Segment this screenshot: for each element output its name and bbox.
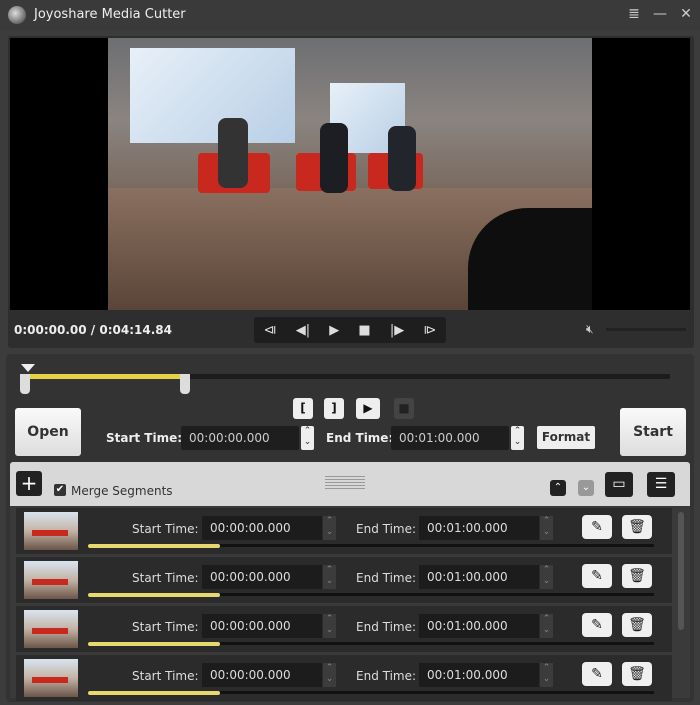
- trash-icon[interactable]: 🗑︎: [622, 564, 652, 588]
- segment-end-spinner[interactable]: ⌃ ⌄: [540, 663, 553, 687]
- format-button[interactable]: Format: [537, 426, 595, 449]
- play-button[interactable]: ▶: [329, 323, 339, 338]
- trash-icon[interactable]: 🗑︎: [622, 613, 652, 637]
- end-time-label: End Time:: [326, 431, 394, 445]
- step-forward-button[interactable]: |▶: [390, 323, 404, 338]
- start-time-spinner[interactable]: ⌃ ⌄: [301, 426, 314, 450]
- transport-controls: ⧏ ◀| ▶ ■ |▶ ⧐: [254, 317, 446, 343]
- start-button[interactable]: Start: [620, 408, 686, 456]
- minimize-button[interactable]: —: [650, 4, 670, 24]
- preview-segment-button[interactable]: ▶: [356, 398, 380, 419]
- mute-icon[interactable]: 🔇︎: [586, 322, 594, 337]
- playback-time: 0:00:00.00 / 0:04:14.84: [14, 323, 172, 337]
- end-time-spinner[interactable]: ⌃ ⌄: [511, 426, 524, 450]
- segment-end-label: End Time:: [356, 571, 417, 585]
- segment-thumbnail: [24, 561, 78, 599]
- segment-start-spinner[interactable]: ⌃ ⌄: [323, 516, 336, 540]
- segment-end-input[interactable]: 00:01:00.000: [419, 614, 539, 638]
- edit-icon[interactable]: ✎: [582, 515, 612, 539]
- segment-start-label: Start Time:: [132, 669, 199, 683]
- start-handle[interactable]: [20, 374, 30, 394]
- output-folder-icon[interactable]: ▭: [605, 472, 633, 497]
- volume-slider[interactable]: [606, 328, 686, 331]
- start-time-input[interactable]: 00:00:00.000: [181, 426, 299, 450]
- segment-row[interactable]: Start Time: 00:00:00.000 ⌃ ⌄ End Time: 00…: [16, 557, 672, 603]
- segment-list-icon[interactable]: ☰: [647, 472, 675, 497]
- trash-icon[interactable]: 🗑︎: [622, 515, 652, 539]
- segment-end-label: End Time:: [356, 620, 417, 634]
- previous-segment-button[interactable]: ⧏: [264, 323, 277, 338]
- playhead[interactable]: [21, 364, 35, 372]
- segment-start-spinner[interactable]: ⌃ ⌄: [323, 663, 336, 687]
- segment-end-label: End Time:: [356, 522, 417, 536]
- start-time-label: Start Time:: [106, 431, 183, 445]
- segment-start-spinner[interactable]: ⌃ ⌄: [323, 565, 336, 589]
- segment-start-input[interactable]: 00:00:00.000: [202, 516, 322, 540]
- segment-start-label: Start Time:: [132, 522, 199, 536]
- stop-button[interactable]: ■: [358, 323, 370, 338]
- segment-row[interactable]: Start Time: 00:00:00.000 ⌃ ⌄ End Time: 00…: [16, 508, 672, 554]
- close-button[interactable]: ✕: [676, 4, 696, 24]
- mark-out-button[interactable]: ]: [324, 398, 344, 419]
- merge-segments-checkbox[interactable]: ✔: [54, 484, 66, 496]
- segment-row[interactable]: Start Time: 00:00:00.000 ⌃ ⌄ End Time: 00…: [16, 606, 672, 652]
- segment-end-input[interactable]: 00:01:00.000: [419, 663, 539, 687]
- segment-end-input[interactable]: 00:01:00.000: [419, 516, 539, 540]
- segment-start-label: Start Time:: [132, 620, 199, 634]
- menu-icon[interactable]: ≣: [624, 4, 644, 24]
- segment-progress: [88, 544, 220, 548]
- trash-icon[interactable]: 🗑︎: [622, 662, 652, 686]
- step-back-button[interactable]: ◀|: [296, 323, 310, 338]
- video-frame: [108, 38, 592, 310]
- segment-end-label: End Time:: [356, 669, 417, 683]
- move-up-button[interactable]: ⌃: [550, 480, 566, 496]
- segment-end-input[interactable]: 00:01:00.000: [419, 565, 539, 589]
- app-logo-icon: [8, 6, 26, 24]
- scrollbar[interactable]: [678, 512, 684, 630]
- edit-icon[interactable]: ✎: [582, 564, 612, 588]
- edit-icon[interactable]: ✎: [582, 662, 612, 686]
- segment-thumbnail: [24, 610, 78, 648]
- open-button[interactable]: Open: [15, 408, 81, 456]
- segment-progress: [88, 691, 220, 695]
- segment-row[interactable]: Start Time: 00:00:00.000 ⌃ ⌄ End Time: 00…: [16, 655, 672, 701]
- segment-progress: [88, 642, 220, 646]
- add-segment-button[interactable]: +: [16, 471, 42, 496]
- mark-in-button[interactable]: [: [293, 398, 313, 419]
- stop-preview-button[interactable]: ■: [394, 398, 414, 419]
- end-handle[interactable]: [180, 374, 190, 394]
- segment-start-label: Start Time:: [132, 571, 199, 585]
- edit-icon[interactable]: ✎: [582, 613, 612, 637]
- end-time-input[interactable]: 00:01:00.000: [391, 426, 509, 450]
- segment-thumbnail: [24, 512, 78, 550]
- window-title: Joyoshare Media Cutter: [34, 7, 186, 22]
- segment-start-input[interactable]: 00:00:00.000: [202, 614, 322, 638]
- move-down-button[interactable]: ⌄: [578, 480, 594, 496]
- segment-start-input[interactable]: 00:00:00.000: [202, 565, 322, 589]
- segment-end-spinner[interactable]: ⌃ ⌄: [540, 614, 553, 638]
- timeline-selection: [28, 374, 184, 379]
- segment-end-spinner[interactable]: ⌃ ⌄: [540, 516, 553, 540]
- next-segment-button[interactable]: ⧐: [423, 323, 436, 338]
- segment-thumbnail: [24, 659, 78, 697]
- resize-grip[interactable]: [325, 476, 365, 490]
- segment-progress: [88, 593, 220, 597]
- segment-start-input[interactable]: 00:00:00.000: [202, 663, 322, 687]
- segment-start-spinner[interactable]: ⌃ ⌄: [323, 614, 336, 638]
- merge-segments-label: Merge Segments: [71, 484, 173, 498]
- segment-end-spinner[interactable]: ⌃ ⌄: [540, 565, 553, 589]
